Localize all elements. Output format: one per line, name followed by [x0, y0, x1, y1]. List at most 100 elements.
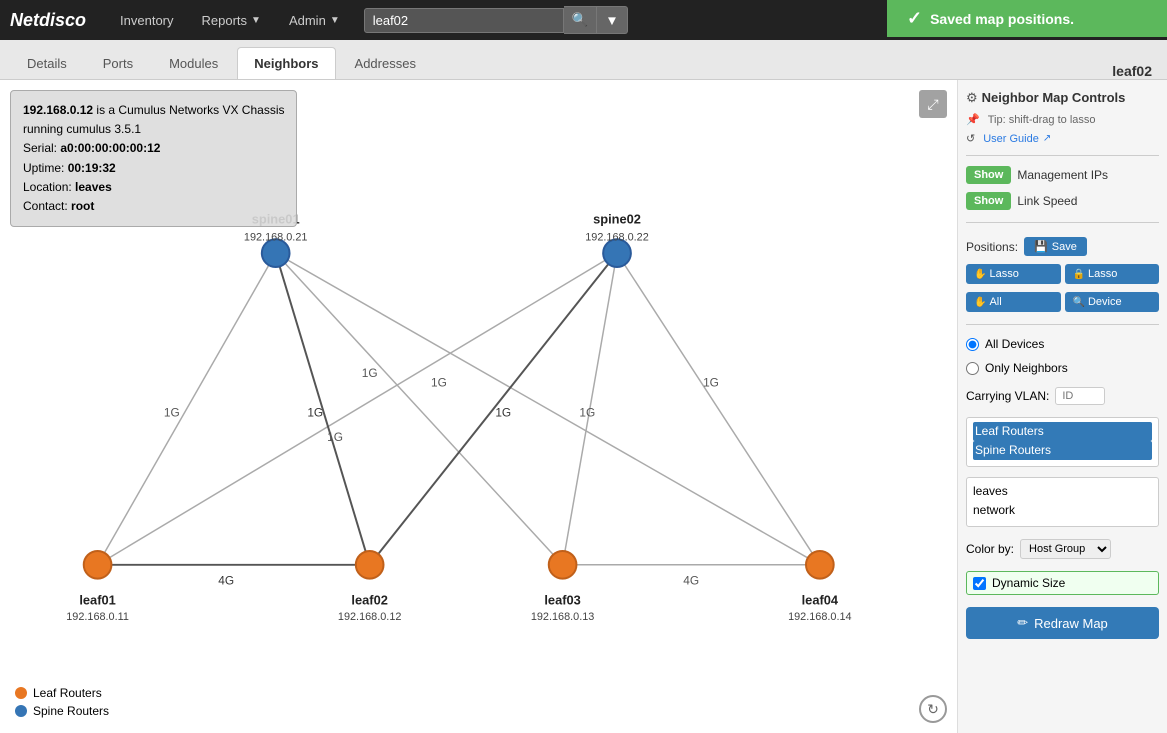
positions-row: Positions: 💾 Save — [966, 237, 1159, 256]
info-contact-label: Contact: — [23, 199, 68, 213]
networks-list[interactable]: leaves network — [966, 477, 1159, 527]
all-devices-label: All Devices — [985, 337, 1044, 351]
svg-text:leaf03: leaf03 — [544, 592, 580, 607]
reports-dropdown-icon: ▼ — [251, 15, 261, 26]
panel-title: Neighbor Map Controls — [982, 88, 1126, 107]
legend-leaf-label: Leaf Routers — [33, 686, 102, 700]
info-serial-label: Serial: — [23, 141, 57, 155]
all-device-row: ✋ All 🔍 Device — [966, 292, 1159, 312]
device-name-tag: leaf02 — [1112, 63, 1157, 79]
brand-logo: Netdisco — [10, 10, 106, 31]
success-message: Saved map positions. — [930, 11, 1074, 27]
device-info-box: 192.168.0.12 is a Cumulus Networks VX Ch… — [10, 90, 297, 227]
divider-2 — [966, 222, 1159, 223]
all-button[interactable]: ✋ All — [966, 292, 1061, 312]
map-legend: Leaf Routers Spine Routers — [15, 686, 109, 718]
leaves-option[interactable]: leaves — [973, 482, 1152, 501]
router-types-list[interactable]: Leaf Routers Spine Routers — [966, 417, 1159, 467]
search-input[interactable] — [364, 8, 564, 33]
nav-inventory[interactable]: Inventory — [106, 0, 187, 40]
info-ip: 192.168.0.12 — [23, 103, 93, 117]
show-linkspeed-row: Show Link Speed — [966, 192, 1159, 210]
show-linkspeed-label: Link Speed — [1017, 194, 1077, 208]
info-description: is a Cumulus Networks VX Chassis — [96, 103, 284, 117]
all-devices-row: All Devices — [966, 337, 1159, 351]
positions-label: Positions: — [966, 240, 1018, 254]
svg-text:192.168.0.11: 192.168.0.11 — [66, 611, 129, 623]
only-neighbors-label: Only Neighbors — [985, 361, 1068, 375]
only-neighbors-radio[interactable] — [966, 362, 979, 375]
leaf-routers-option[interactable]: Leaf Routers — [973, 422, 1152, 441]
dynamic-size-checkbox[interactable] — [973, 577, 986, 590]
network-option[interactable]: network — [973, 501, 1152, 520]
colorby-row: Color by: Host Group Device Type OS Vend… — [966, 539, 1159, 559]
info-serial-value: a0:00:00:00:00:12 — [60, 141, 160, 155]
lock-lasso-button[interactable]: 🔒 Lasso — [1065, 264, 1160, 284]
dynamic-size-row: Dynamic Size — [966, 571, 1159, 595]
search-dropdown-button[interactable]: ▼ — [597, 6, 627, 34]
spine-routers-option[interactable]: Spine Routers — [973, 441, 1152, 460]
vlan-row: Carrying VLAN: — [966, 387, 1159, 405]
external-link-icon: ↗ — [1043, 133, 1051, 144]
panel-title-row: ⚙ Neighbor Map Controls — [966, 88, 1159, 107]
nav-reports[interactable]: Reports ▼ — [188, 0, 275, 40]
user-guide-link[interactable]: User Guide — [983, 133, 1039, 145]
svg-text:4G: 4G — [218, 574, 234, 588]
svg-text:1G: 1G — [579, 405, 595, 419]
info-location-label: Location: — [23, 180, 72, 194]
svg-text:192.168.0.13: 192.168.0.13 — [531, 611, 595, 623]
lasso-icon: ✋ — [974, 269, 986, 280]
pencil-icon: ✏ — [1017, 615, 1028, 631]
info-uptime-label: Uptime: — [23, 161, 64, 175]
svg-text:1G: 1G — [164, 405, 180, 419]
svg-text:leaf02: leaf02 — [351, 592, 387, 607]
tab-modules[interactable]: Modules — [152, 47, 235, 79]
admin-dropdown-icon: ▼ — [330, 15, 340, 26]
tab-ports[interactable]: Ports — [86, 47, 150, 79]
svg-text:1G: 1G — [703, 376, 719, 390]
svg-text:leaf04: leaf04 — [802, 592, 839, 607]
svg-text:spine02: spine02 — [593, 211, 641, 226]
nav-admin[interactable]: Admin ▼ — [275, 0, 354, 40]
tab-neighbors[interactable]: Neighbors — [237, 47, 335, 79]
info-contact-value: root — [71, 199, 94, 213]
device-search-icon: 🔍 — [1073, 297, 1085, 308]
panel-settings-icon: ⚙ — [966, 90, 978, 106]
search-button[interactable]: 🔍 — [564, 6, 598, 34]
show-management-button[interactable]: Show — [966, 166, 1011, 184]
lock-icon: 🔒 — [1073, 269, 1085, 280]
search-bar: 🔍 ▼ — [364, 6, 664, 34]
vlan-input[interactable] — [1055, 387, 1105, 405]
save-icon: 💾 — [1034, 240, 1048, 253]
panel-tip: Tip: shift-drag to lasso — [988, 114, 1096, 126]
show-linkspeed-button[interactable]: Show — [966, 192, 1011, 210]
svg-text:1G: 1G — [495, 405, 511, 419]
svg-text:192.168.0.14: 192.168.0.14 — [788, 611, 852, 623]
legend-spine: Spine Routers — [15, 704, 109, 718]
device-button[interactable]: 🔍 Device — [1065, 292, 1160, 312]
tab-addresses[interactable]: Addresses — [338, 47, 433, 79]
show-management-row: Show Management IPs — [966, 166, 1159, 184]
all-icon: ✋ — [974, 297, 986, 308]
dynamic-size-label: Dynamic Size — [992, 576, 1065, 590]
svg-text:1G: 1G — [327, 430, 343, 444]
save-positions-button[interactable]: 💾 Save — [1024, 237, 1087, 256]
info-uptime-value: 00:19:32 — [68, 161, 116, 175]
tab-details[interactable]: Details — [10, 47, 84, 79]
svg-text:192.168.0.21: 192.168.0.21 — [244, 231, 308, 243]
info-os: running cumulus 3.5.1 — [23, 120, 284, 139]
vlan-label: Carrying VLAN: — [966, 389, 1049, 403]
show-management-label: Management IPs — [1017, 168, 1108, 182]
refresh-button[interactable]: ↻ — [919, 695, 947, 723]
legend-spine-label: Spine Routers — [33, 704, 109, 718]
right-panel: ⚙ Neighbor Map Controls 📌 Tip: shift-dra… — [957, 80, 1167, 733]
redraw-button[interactable]: ✏ Redraw Map — [966, 607, 1159, 639]
all-devices-radio[interactable] — [966, 338, 979, 351]
colorby-select[interactable]: Host Group Device Type OS Vendor — [1020, 539, 1111, 559]
svg-text:1G: 1G — [431, 376, 447, 390]
svg-text:1G: 1G — [362, 366, 378, 380]
only-neighbors-row: Only Neighbors — [966, 361, 1159, 375]
lasso-button[interactable]: ✋ Lasso — [966, 264, 1061, 284]
tabs-bar: Details Ports Modules Neighbors Addresse… — [0, 40, 1167, 80]
main-content: 192.168.0.12 is a Cumulus Networks VX Ch… — [0, 80, 1167, 733]
